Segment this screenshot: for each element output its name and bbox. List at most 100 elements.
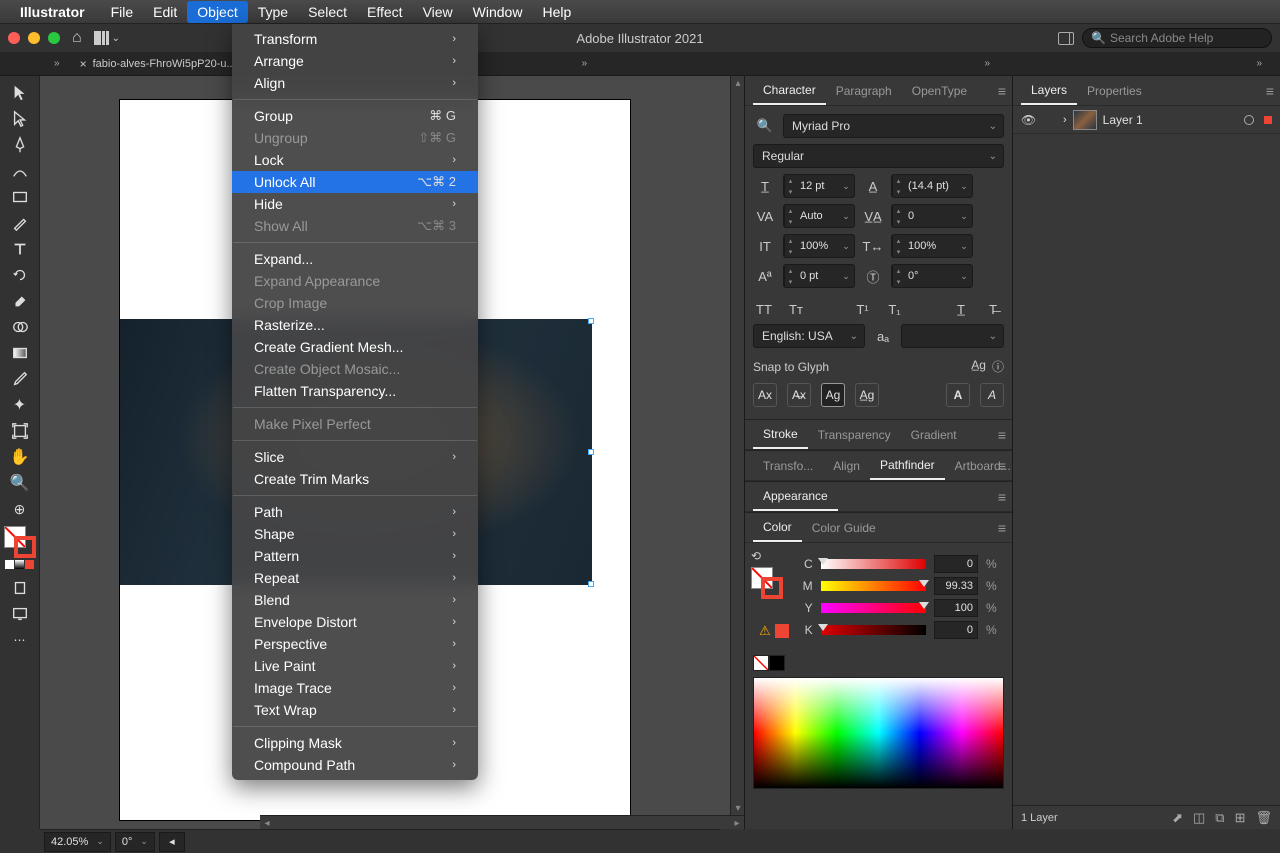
tab-properties[interactable]: Properties [1077, 76, 1152, 105]
menu-item-expand[interactable]: Expand... [232, 248, 478, 270]
strikethrough-button[interactable]: T̶ [982, 298, 1004, 320]
tab-stroke[interactable]: Stroke [753, 420, 808, 449]
canvas-scrollbar-vertical[interactable]: ▴ ▾ [730, 76, 744, 815]
workspace-icon[interactable] [1058, 32, 1074, 45]
yellow-slider[interactable] [821, 603, 926, 613]
yellow-value[interactable]: 100 [934, 599, 978, 617]
magenta-value[interactable]: 99.33 [934, 577, 978, 595]
direct-selection-tool[interactable] [4, 106, 36, 132]
cyan-slider[interactable] [821, 559, 926, 569]
menu-item-align[interactable]: Align› [232, 72, 478, 94]
menu-item-create-trim-marks[interactable]: Create Trim Marks [232, 468, 478, 490]
kerning-field[interactable]: ▴▾Auto⌄ [783, 204, 855, 228]
superscript-button[interactable]: T¹ [852, 298, 874, 320]
home-icon[interactable]: ⌂ [72, 29, 82, 47]
fill-stroke-mini[interactable] [751, 567, 783, 599]
menu-item-rasterize[interactable]: Rasterize... [232, 314, 478, 336]
underline-button[interactable]: T̲ [950, 298, 972, 320]
magenta-slider[interactable] [821, 581, 926, 591]
tab-opentype[interactable]: OpenType [902, 76, 977, 105]
menu-item-transform[interactable]: Transform› [232, 28, 478, 50]
rotate-view[interactable]: 0°⌄ [115, 832, 155, 852]
shape-builder-tool[interactable] [4, 314, 36, 340]
panel-overflow-1[interactable]: » [576, 58, 594, 69]
create-sublayer-icon[interactable]: ⧉ [1215, 810, 1224, 826]
panel-overflow-2[interactable]: » [978, 58, 996, 69]
zoom-level[interactable]: 42.05%⌄ [44, 832, 111, 852]
panel-menu-icon[interactable]: ≡ [1266, 83, 1274, 99]
leading-field[interactable]: ▴▾(14.4 pt)⌄ [891, 174, 973, 198]
hscale-field[interactable]: ▴▾100%⌄ [891, 234, 973, 258]
tab-appearance[interactable]: Appearance [753, 482, 838, 511]
tracking-field[interactable]: ▴▾0⌄ [891, 204, 973, 228]
locate-object-icon[interactable]: ⬈ [1172, 810, 1183, 826]
maximize-button[interactable] [48, 32, 60, 44]
close-tab-icon[interactable]: × [80, 57, 87, 71]
menu-object[interactable]: Object [187, 1, 247, 23]
search-help[interactable]: 🔍 Search Adobe Help [1082, 28, 1272, 48]
target-icon[interactable] [1244, 115, 1254, 125]
eyedropper-tool[interactable] [4, 366, 36, 392]
tab-gradient[interactable]: Gradient [901, 420, 967, 449]
menu-item-flatten-transparency[interactable]: Flatten Transparency... [232, 380, 478, 402]
menu-item-path[interactable]: Path› [232, 501, 478, 523]
panel-menu-icon[interactable]: ≡ [998, 520, 1006, 536]
menu-item-compound-path[interactable]: Compound Path› [232, 754, 478, 776]
menu-item-repeat[interactable]: Repeat› [232, 567, 478, 589]
menu-item-unlock-all[interactable]: Unlock All⌥⌘ 2 [232, 171, 478, 193]
menu-item-image-trace[interactable]: Image Trace› [232, 677, 478, 699]
none-swatch[interactable] [753, 655, 769, 671]
menu-item-envelope-distort[interactable]: Envelope Distort› [232, 611, 478, 633]
delete-layer-icon[interactable]: 🗑 [1255, 810, 1272, 826]
draw-mode[interactable] [4, 575, 36, 601]
panel-menu-icon[interactable]: ≡ [998, 427, 1006, 443]
black-slider[interactable] [821, 625, 926, 635]
menu-help[interactable]: Help [532, 1, 581, 23]
menu-item-pattern[interactable]: Pattern› [232, 545, 478, 567]
out-of-gamut-icon[interactable]: ⚠ [759, 623, 771, 639]
menu-item-lock[interactable]: Lock› [232, 149, 478, 171]
curvature-tool[interactable] [4, 158, 36, 184]
visibility-icon[interactable]: 👁 [1021, 113, 1037, 127]
artboard-nav-prev[interactable]: ◂ [159, 832, 185, 852]
panel-menu-icon[interactable]: ≡ [998, 83, 1006, 99]
hand-tool[interactable]: ✋ [4, 444, 36, 470]
rectangle-tool[interactable] [4, 184, 36, 210]
smallcaps-button[interactable]: Tᴛ [785, 298, 807, 320]
tab-paragraph[interactable]: Paragraph [826, 76, 902, 105]
snap-opt-3[interactable]: Ag [821, 383, 845, 407]
black-swatch[interactable] [769, 655, 785, 671]
snap-opt-5[interactable]: A [946, 383, 970, 407]
arrange-documents[interactable]: ⌄ [94, 31, 120, 45]
gradient-tool[interactable] [4, 340, 36, 366]
menu-item-arrange[interactable]: Arrange› [232, 50, 478, 72]
menu-type[interactable]: Type [248, 1, 298, 23]
pen-tool[interactable] [4, 132, 36, 158]
layer-name[interactable]: Layer 1 [1103, 113, 1143, 127]
glyph-icon-2[interactable]: ⓘ [992, 358, 1004, 375]
symbol-sprayer-tool[interactable]: ✦ [4, 392, 36, 418]
toolbar-overflow-left[interactable]: » [48, 58, 66, 69]
tab-color[interactable]: Color [753, 513, 802, 542]
rotation-field[interactable]: ▴▾0°⌄ [891, 264, 973, 288]
make-clipping-mask-icon[interactable]: ◫ [1193, 810, 1205, 826]
menu-item-hide[interactable]: Hide› [232, 193, 478, 215]
baseline-field[interactable]: ▴▾0 pt⌄ [783, 264, 855, 288]
font-size-field[interactable]: ▴▾12 pt⌄ [783, 174, 855, 198]
menu-edit[interactable]: Edit [143, 1, 187, 23]
subscript-button[interactable]: T₁ [884, 298, 906, 320]
cyan-value[interactable]: 0 [934, 555, 978, 573]
snap-opt-1[interactable]: Ax [753, 383, 777, 407]
glyph-icon-1[interactable]: A̲g [971, 358, 986, 375]
panel-menu-icon[interactable]: ≡ [998, 458, 1006, 474]
rotate-tool[interactable] [4, 262, 36, 288]
tab-color-guide[interactable]: Color Guide [802, 513, 886, 542]
swap-fill-stroke-icon[interactable]: ⟲ [751, 549, 789, 563]
font-family-select[interactable]: Myriad Pro⌄ [783, 114, 1004, 138]
tab-transform[interactable]: Transfo... [753, 451, 823, 480]
type-tool[interactable] [4, 236, 36, 262]
panel-menu-icon[interactable]: ≡ [998, 489, 1006, 505]
menu-item-live-paint[interactable]: Live Paint› [232, 655, 478, 677]
font-style-select[interactable]: Regular⌄ [753, 144, 1004, 168]
menu-item-shape[interactable]: Shape› [232, 523, 478, 545]
